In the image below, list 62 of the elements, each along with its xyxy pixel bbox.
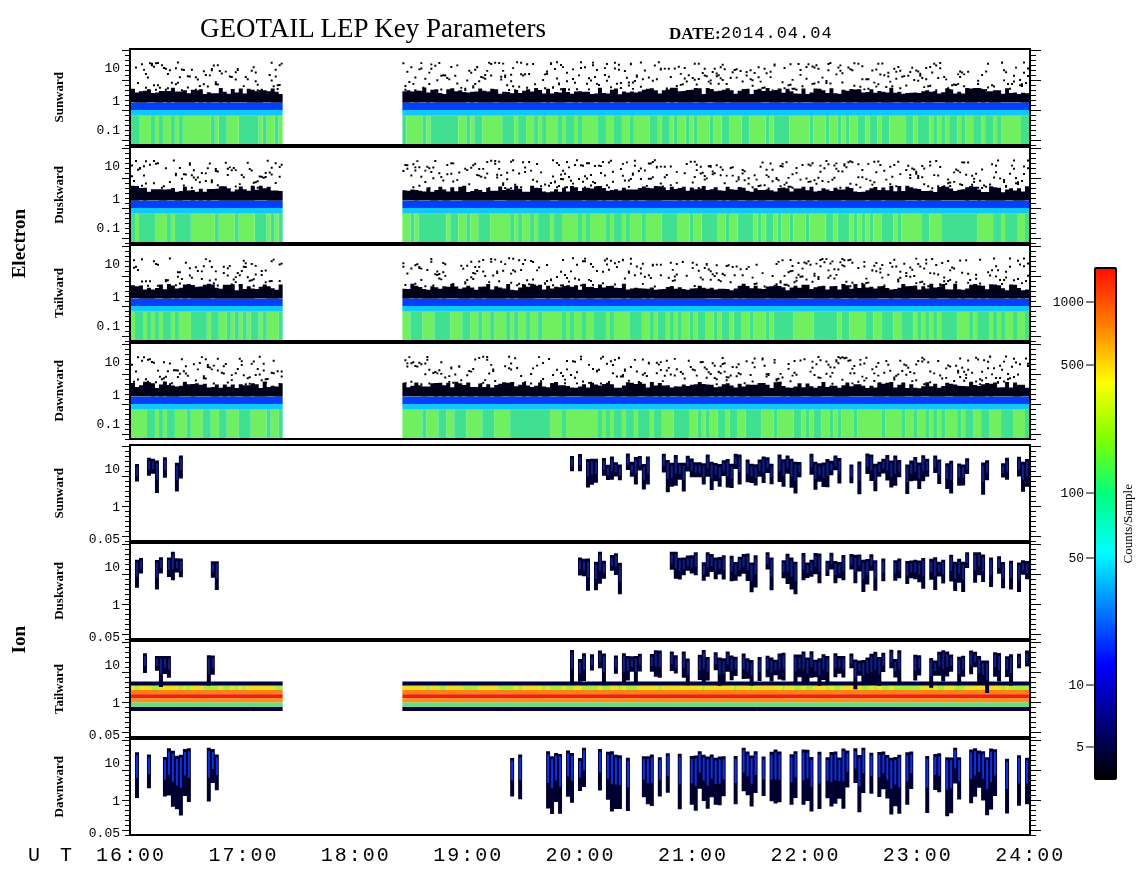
colorbar-tick-label: 5 — [1076, 740, 1084, 754]
y-axis-ticks-icon — [1031, 738, 1041, 836]
y-axis-ticks-icon — [1031, 244, 1041, 342]
y-axis-ticks-icon — [1031, 342, 1041, 440]
x-tick-label: 18:00 — [320, 846, 391, 866]
group-label: Ion — [8, 626, 28, 654]
x-tick-label: 22:00 — [770, 846, 841, 866]
y-tick-label: 1 — [112, 94, 120, 108]
y-tick-label: 0.1 — [96, 123, 120, 137]
y-tick-label: 10 — [104, 61, 120, 75]
colorbar-tick-label: 1000 — [1052, 295, 1084, 309]
y-tick-label: 10 — [104, 257, 120, 271]
y-axis-ticks-icon — [1031, 146, 1041, 244]
plot-title: GEOTAIL LEP Key Parameters — [200, 15, 546, 42]
y-tick-label: 10 — [104, 756, 120, 769]
y-tick-label: 0.1 — [96, 319, 120, 333]
y-tick-label: 0.1 — [96, 221, 120, 235]
panel-label: Dawnward — [51, 360, 65, 422]
x-tick-label: 23:00 — [882, 846, 953, 866]
x-tick-label: 19:00 — [433, 846, 504, 866]
x-tick-label: 21:00 — [658, 846, 728, 866]
y-tick-label: 1 — [112, 794, 120, 808]
y-tick-label: 0.1 — [96, 417, 120, 431]
y-tick-label: 1 — [112, 290, 120, 304]
colorbar-tick-label: 500 — [1060, 358, 1084, 372]
panel-label: Tailward — [51, 663, 65, 715]
x-axis-label: U T — [28, 846, 76, 866]
date-value: 2014.04.04 — [720, 25, 833, 42]
panel-label: Dawnward — [51, 756, 65, 818]
y-axis-ticks-icon — [1031, 542, 1041, 640]
y-axis-ticks-icon — [1031, 48, 1041, 146]
panel-label: Sunward — [51, 71, 65, 123]
y-axis-ticks-icon — [1031, 640, 1041, 738]
panel-label: Tailward — [51, 267, 65, 319]
colorbar-tick-label: 50 — [1068, 551, 1084, 565]
y-tick-label: 0.05 — [88, 826, 120, 840]
panel-label: Duskward — [51, 562, 65, 620]
y-tick-label: 10 — [104, 560, 120, 573]
y-tick-label: 1 — [112, 388, 120, 402]
colorbar-tick-label: 10 — [1068, 678, 1084, 692]
y-tick-label: 0.05 — [88, 728, 120, 742]
x-tick-label: 16:00 — [96, 846, 166, 866]
panel-label: Sunward — [51, 467, 65, 519]
y-tick-label: 10 — [104, 658, 120, 671]
y-tick-label: 10 — [104, 355, 120, 369]
panel-label: Duskward — [51, 166, 65, 224]
y-tick-label: 1 — [112, 192, 120, 206]
date-label: DATE: — [669, 25, 721, 42]
colorbar-tick-label: 100 — [1060, 486, 1084, 500]
y-tick-label: 1 — [112, 500, 120, 514]
y-axis-ticks-icon — [1031, 444, 1041, 542]
x-tick-label: 24:00 — [995, 846, 1066, 866]
y-tick-label: 10 — [104, 462, 120, 475]
group-label: Electron — [8, 209, 28, 279]
x-tick-label: 20:00 — [545, 846, 616, 866]
y-tick-label: 10 — [104, 159, 120, 173]
y-tick-label: 1 — [112, 696, 120, 710]
colorbar-label: Counts/Sample — [1120, 483, 1134, 564]
x-tick-label: 17:00 — [208, 846, 279, 866]
y-tick-label: 0.05 — [88, 630, 120, 644]
y-tick-label: 1 — [112, 598, 120, 612]
y-tick-label: 0.05 — [88, 532, 120, 546]
